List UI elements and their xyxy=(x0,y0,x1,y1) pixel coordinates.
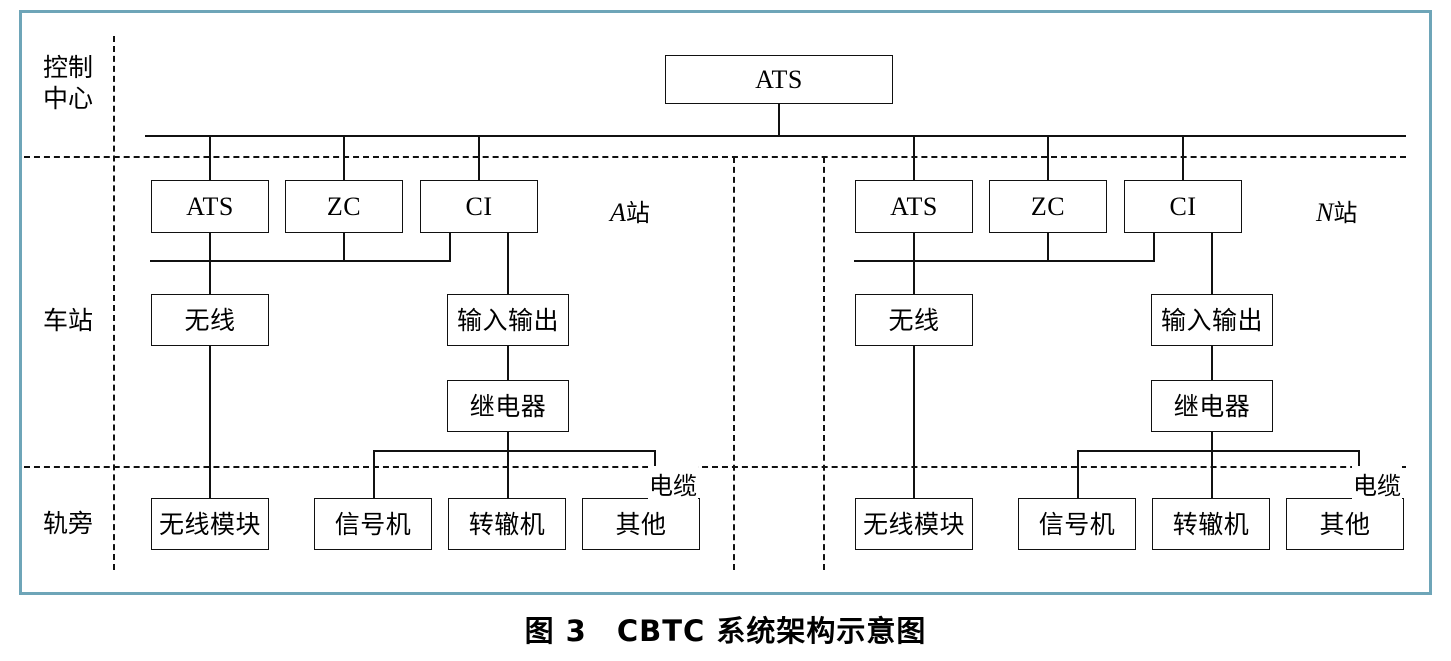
control-center-ats-box[interactable]: ATS xyxy=(665,55,893,104)
station-a-ci-backbone-drop xyxy=(478,135,480,180)
station-a-relay-box[interactable]: 继电器 xyxy=(447,380,569,432)
station-divider-right xyxy=(823,157,825,570)
station-a-branch-switch xyxy=(507,450,509,498)
station-n-ci-backbone-drop xyxy=(1182,135,1184,180)
station-a-ats-to-radio-line xyxy=(209,260,211,294)
station-n-radio-to-module-line xyxy=(913,346,915,498)
station-n-ats-box[interactable]: ATS xyxy=(855,180,973,233)
station-a-sub-bus xyxy=(150,260,450,262)
station-a-other-box[interactable]: 其他 xyxy=(582,498,700,550)
station-a-radio-box[interactable]: 无线 xyxy=(151,294,269,346)
station-n-radio-box[interactable]: 无线 xyxy=(855,294,973,346)
station-a-io-box[interactable]: 输入输出 xyxy=(447,294,569,346)
row-label-station: 车站 xyxy=(42,306,93,335)
ats-to-backbone-line xyxy=(778,104,780,137)
station-a-ci-to-io-line xyxy=(507,233,509,294)
station-a-zc-sub-drop xyxy=(343,233,345,262)
station-n-signal-box[interactable]: 信号机 xyxy=(1018,498,1136,550)
station-n-other-box[interactable]: 其他 xyxy=(1286,498,1404,550)
figure-container: 控制 中心 车站 轨旁 ATS A站 ATS ZC CI 无线 输入输出 继电器… xyxy=(0,0,1451,661)
station-a-switch-box[interactable]: 转辙机 xyxy=(448,498,566,550)
station-divider-left xyxy=(733,157,735,570)
station-a-radio-module-box[interactable]: 无线模块 xyxy=(151,498,269,550)
station-a-ci-box[interactable]: CI xyxy=(420,180,538,233)
station-n-zc-backbone-drop xyxy=(1047,135,1049,180)
station-a-ats-sub-drop xyxy=(209,233,211,262)
station-a-zc-box[interactable]: ZC xyxy=(285,180,403,233)
tier-separator-control-station xyxy=(24,156,1406,158)
station-n-io-box[interactable]: 输入输出 xyxy=(1151,294,1273,346)
station-a-letter: A xyxy=(610,198,626,227)
station-n-cable-label: 电缆 xyxy=(1352,466,1402,501)
station-a-radio-to-module-line xyxy=(209,346,211,498)
station-n-branch-signal xyxy=(1077,450,1079,498)
station-a-io-to-relay-line xyxy=(507,346,509,380)
station-n-ci-to-io-line xyxy=(1211,233,1213,294)
station-a-cable-label: 电缆 xyxy=(648,466,698,501)
label-column-divider xyxy=(113,36,115,570)
row-label-control-center: 控制 中心 xyxy=(42,53,93,114)
station-a-branch-signal xyxy=(373,450,375,498)
station-n-radio-module-box[interactable]: 无线模块 xyxy=(855,498,973,550)
station-n-letter: N xyxy=(1316,198,1334,227)
station-n-relay-box[interactable]: 继电器 xyxy=(1151,380,1273,432)
station-n-ats-backbone-drop xyxy=(913,135,915,180)
station-a-suffix: 站 xyxy=(625,199,650,227)
control-center-backbone-bus xyxy=(145,135,1406,137)
station-a-label: A站 xyxy=(610,193,650,228)
tier-separator-station-trackside xyxy=(24,466,1406,468)
station-a-zc-backbone-drop xyxy=(343,135,345,180)
station-n-ats-sub-drop xyxy=(913,233,915,262)
station-n-ci-sub-drop xyxy=(1153,233,1155,262)
station-n-relay-stem xyxy=(1211,432,1213,452)
station-a-ci-sub-drop xyxy=(449,233,451,262)
station-a-signal-box[interactable]: 信号机 xyxy=(314,498,432,550)
station-a-ats-backbone-drop xyxy=(209,135,211,180)
station-a-relay-stem xyxy=(507,432,509,452)
station-n-ats-to-radio-line xyxy=(913,260,915,294)
station-n-zc-box[interactable]: ZC xyxy=(989,180,1107,233)
station-n-branch-switch xyxy=(1211,450,1213,498)
station-n-io-to-relay-line xyxy=(1211,346,1213,380)
row-label-trackside: 轨旁 xyxy=(42,509,93,538)
station-n-suffix: 站 xyxy=(1333,199,1358,227)
station-n-sub-bus xyxy=(854,260,1154,262)
figure-caption: 图 3 CBTC 系统架构示意图 xyxy=(524,614,927,648)
diagram-canvas: 控制 中心 车站 轨旁 ATS A站 ATS ZC CI 无线 输入输出 继电器… xyxy=(0,0,1451,661)
station-n-label: N站 xyxy=(1316,193,1357,228)
station-n-switch-box[interactable]: 转辙机 xyxy=(1152,498,1270,550)
station-a-relay-fanout-bar xyxy=(373,450,656,452)
station-n-ci-box[interactable]: CI xyxy=(1124,180,1242,233)
station-a-ats-box[interactable]: ATS xyxy=(151,180,269,233)
station-n-zc-sub-drop xyxy=(1047,233,1049,262)
station-n-relay-fanout-bar xyxy=(1077,450,1360,452)
